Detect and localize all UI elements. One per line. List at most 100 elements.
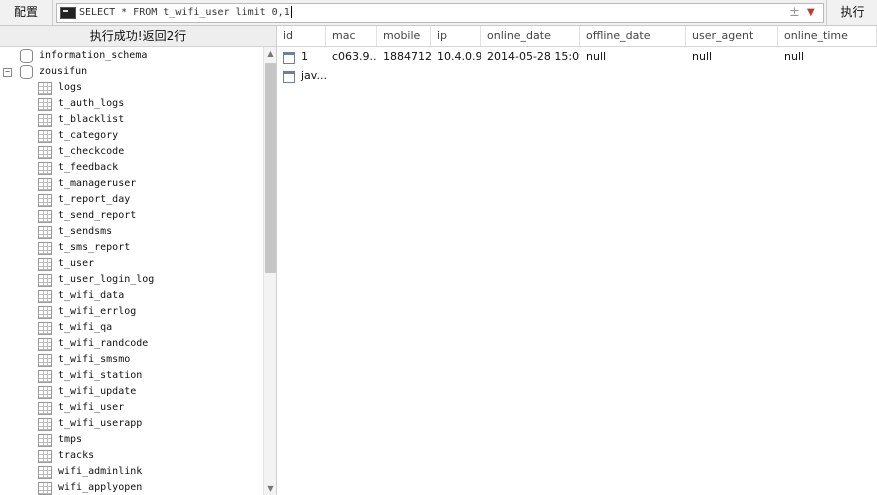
tree-table-t_wifi_smsmo[interactable]: t_wifi_smsmo xyxy=(0,352,262,368)
tree-table-t_wifi_data[interactable]: t_wifi_data xyxy=(0,288,262,304)
tree-table-label: t_category xyxy=(58,130,119,141)
table-icon xyxy=(38,98,52,111)
table-row[interactable]: 1c063.9...1884712...10.4.0.902014-05-28 … xyxy=(277,48,877,66)
table-icon xyxy=(38,210,52,223)
tree-table-label: t_wifi_data xyxy=(58,290,125,301)
tree-table-t_wifi_errlog[interactable]: t_wifi_errlog xyxy=(0,304,262,320)
tree-table-tmps[interactable]: tmps xyxy=(0,432,262,448)
collapse-icon[interactable]: − xyxy=(3,68,12,77)
column-header-id[interactable]: id xyxy=(277,26,326,46)
tree-table-label: t_wifi_qa xyxy=(58,322,113,333)
tree-table-label: t_wifi_update xyxy=(58,386,137,397)
column-header-offline_date[interactable]: offline_date xyxy=(580,26,686,46)
table-icon xyxy=(38,242,52,255)
tree-table-tracks[interactable]: tracks xyxy=(0,448,262,464)
top-toolbar: 配置 SELECT * FROM t_wifi_user limit 0,1 ±… xyxy=(0,0,877,26)
tree-table-t_checkcode[interactable]: t_checkcode xyxy=(0,144,262,160)
sql-input[interactable]: SELECT * FROM t_wifi_user limit 0,1 ± ▼ xyxy=(56,3,824,23)
table-row[interactable]: jav... xyxy=(277,67,877,85)
tree-table-t_sms_report[interactable]: t_sms_report xyxy=(0,240,262,256)
table-icon xyxy=(38,370,52,383)
cell-user_agent[interactable]: null xyxy=(688,48,778,66)
tree-table-t_send_report[interactable]: t_send_report xyxy=(0,208,262,224)
cell-ip[interactable]: 10.4.0.90 xyxy=(433,48,481,66)
tree-table-label: t_wifi_userapp xyxy=(58,418,143,429)
cell-offline_date[interactable]: null xyxy=(582,48,686,66)
tree-table-wifi_adminlink[interactable]: wifi_adminlink xyxy=(0,464,262,480)
cell-id[interactable]: 1 xyxy=(297,48,326,66)
tree-table-label: t_user_login_log xyxy=(58,274,155,285)
tree-table-label: t_wifi_errlog xyxy=(58,306,137,317)
tree-table-label: t_report_day xyxy=(58,194,131,205)
tree-table-t_sendsms[interactable]: t_sendsms xyxy=(0,224,262,240)
tree-table-t_wifi_qa[interactable]: t_wifi_qa xyxy=(0,320,262,336)
result-grid-header: id mac mobile ip online_date offline_date user… xyxy=(277,26,877,47)
table-icon xyxy=(38,82,52,95)
cell-online_time[interactable]: null xyxy=(780,48,877,66)
tree-scrollbar[interactable]: ▲ ▼ xyxy=(263,47,277,495)
table-icon xyxy=(38,162,52,175)
database-icon xyxy=(20,65,33,79)
cell-mac[interactable]: c063.9... xyxy=(328,48,377,66)
column-header-online_date[interactable]: online_date xyxy=(481,26,580,46)
tree-table-label: t_sendsms xyxy=(58,226,113,237)
column-header-mac[interactable]: mac xyxy=(326,26,377,46)
table-icon xyxy=(38,450,52,463)
tree-table-t_wifi_randcode[interactable]: t_wifi_randcode xyxy=(0,336,262,352)
tree-table-t_category[interactable]: t_category xyxy=(0,128,262,144)
table-icon xyxy=(38,418,52,431)
tree-table-label: t_user xyxy=(58,258,95,269)
tree-table-t_wifi_station[interactable]: t_wifi_station xyxy=(0,368,262,384)
tree-table-label: t_feedback xyxy=(58,162,119,173)
scroll-thumb[interactable] xyxy=(265,63,276,273)
tree-table-label: t_blacklist xyxy=(58,114,125,125)
tree-table-label: logs xyxy=(58,82,83,93)
tree-table-t_manageruser[interactable]: t_manageruser xyxy=(0,176,262,192)
table-icon xyxy=(38,146,52,159)
tree-table-label: t_sms_report xyxy=(58,242,131,253)
tree-table-label: wifi_applyopen xyxy=(58,482,143,493)
run-button[interactable]: 执行 xyxy=(826,0,877,25)
table-icon xyxy=(38,466,52,479)
query-status: 执行成功!返回2行 xyxy=(0,26,276,47)
column-header-user_agent[interactable]: user_agent xyxy=(686,26,778,46)
tree-table-t_auth_logs[interactable]: t_auth_logs xyxy=(0,96,262,112)
cell-id[interactable]: jav... xyxy=(297,67,357,85)
tree-table-label: t_wifi_randcode xyxy=(58,338,149,349)
tree-table-t_wifi_update[interactable]: t_wifi_update xyxy=(0,384,262,400)
tree-table-t_report_day[interactable]: t_report_day xyxy=(0,192,262,208)
tree-table-label: t_auth_logs xyxy=(58,98,125,109)
row-window-icon xyxy=(283,71,295,83)
tree-table-t_wifi_user[interactable]: t_wifi_user xyxy=(0,400,262,416)
tree-table-label: t_checkcode xyxy=(58,146,125,157)
table-icon xyxy=(38,386,52,399)
column-header-mobile[interactable]: mobile xyxy=(377,26,431,46)
tree-table-t_blacklist[interactable]: t_blacklist xyxy=(0,112,262,128)
database-tree: information_schema − zousifun logs t_auth_lo… xyxy=(0,47,262,495)
tree-table-label: t_wifi_station xyxy=(58,370,143,381)
tree-database-label: zousifun xyxy=(39,66,88,77)
chevron-down-icon[interactable]: ▼ xyxy=(807,4,815,22)
cell-online_date[interactable]: 2014-05-28 15:09:... xyxy=(483,48,580,66)
tree-table-logs[interactable]: logs xyxy=(0,80,262,96)
cell-mobile[interactable]: 1884712... xyxy=(379,48,431,66)
row-window-icon xyxy=(283,52,295,64)
terminal-icon xyxy=(60,7,76,19)
table-icon xyxy=(38,482,52,495)
tree-database-zousifun[interactable]: − zousifun xyxy=(0,64,262,80)
table-icon xyxy=(38,402,52,415)
table-icon xyxy=(38,354,52,367)
tree-database-information_schema[interactable]: information_schema xyxy=(0,48,262,64)
tree-table-t_user_login_log[interactable]: t_user_login_log xyxy=(0,272,262,288)
tree-table-wifi_applyopen[interactable]: wifi_applyopen xyxy=(0,480,262,495)
column-header-ip[interactable]: ip xyxy=(431,26,481,46)
tree-table-t_user[interactable]: t_user xyxy=(0,256,262,272)
column-header-online_time[interactable]: online_time xyxy=(778,26,877,46)
config-button[interactable]: 配置 xyxy=(0,0,53,25)
plus-minus-icon[interactable]: ± xyxy=(789,4,800,22)
panel-divider[interactable] xyxy=(276,26,277,495)
tree-table-t_feedback[interactable]: t_feedback xyxy=(0,160,262,176)
table-icon xyxy=(38,258,52,271)
tree-table-label: tmps xyxy=(58,434,83,445)
tree-table-t_wifi_userapp[interactable]: t_wifi_userapp xyxy=(0,416,262,432)
